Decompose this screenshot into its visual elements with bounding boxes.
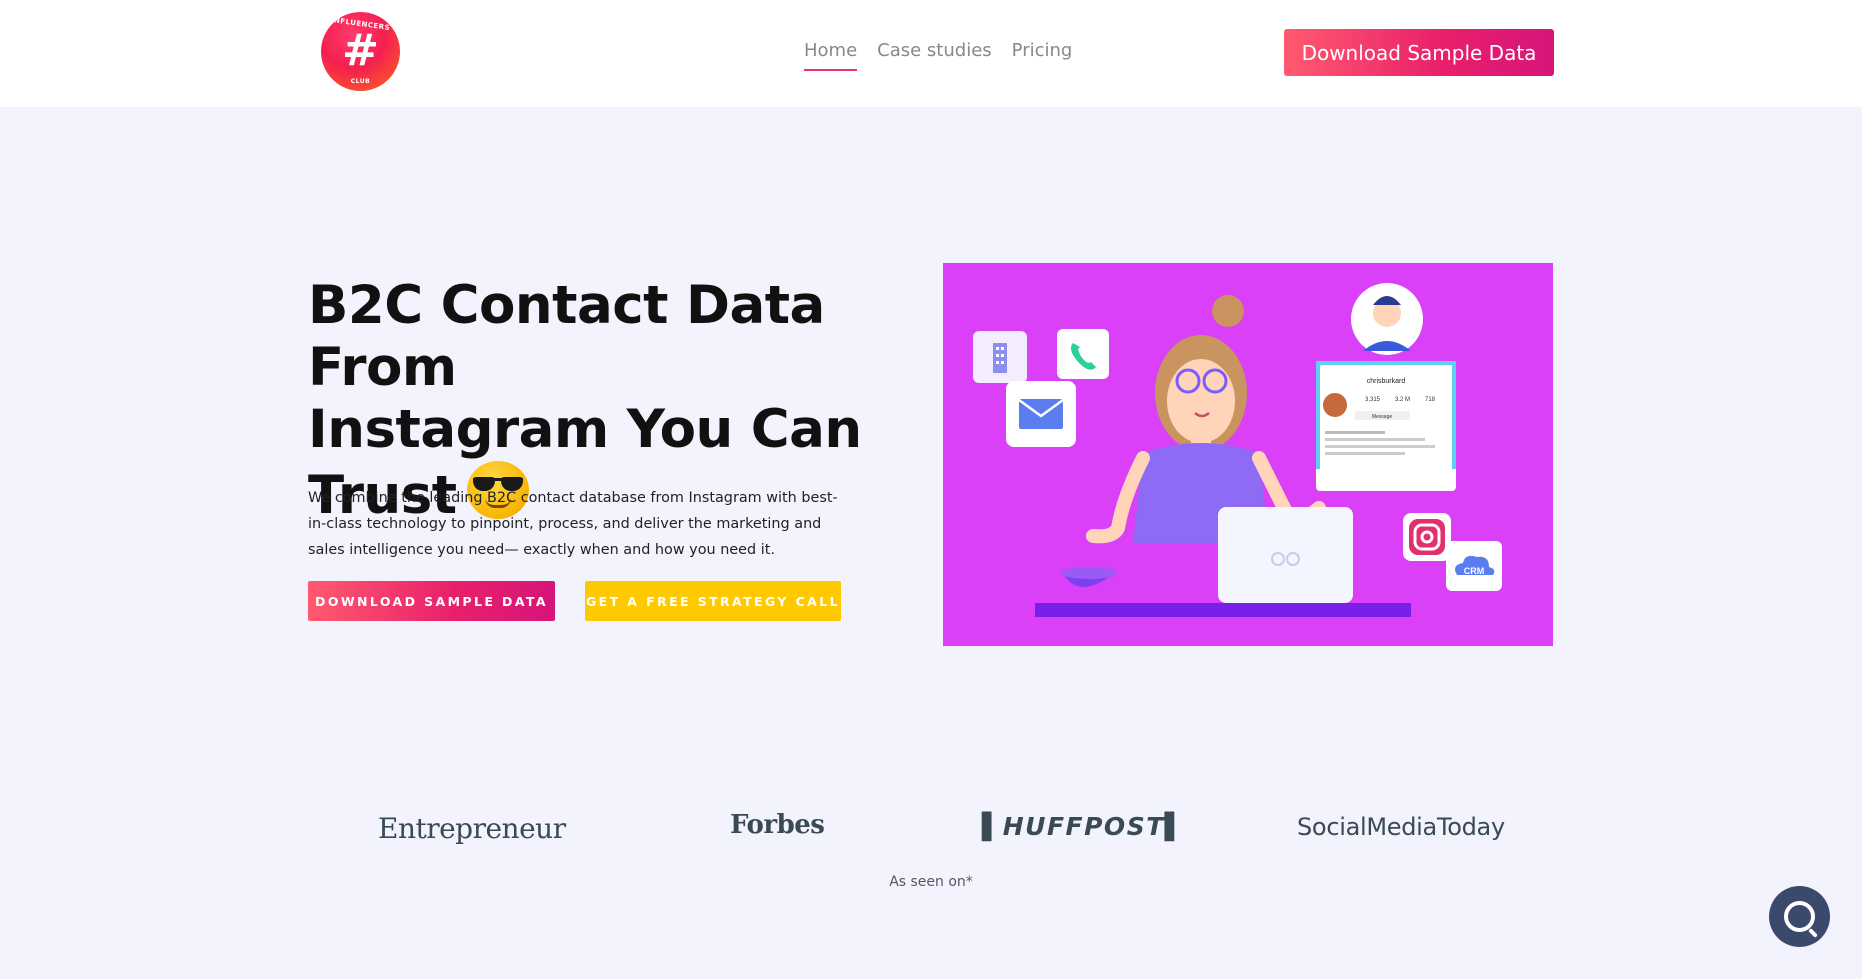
laptop-illustration bbox=[1218, 507, 1353, 603]
profile-posts-count: 3,315 bbox=[1365, 397, 1381, 403]
site-header: INFLUENCERS # CLUB Home Case studies Pri… bbox=[0, 0, 1862, 107]
press-logo-forbes: Forbes bbox=[730, 810, 825, 840]
nav-pricing[interactable]: Pricing bbox=[1012, 40, 1073, 71]
download-sample-data-button[interactable]: DOWNLOAD SAMPLE DATA bbox=[308, 581, 555, 621]
nav-case-studies[interactable]: Case studies bbox=[877, 40, 992, 71]
chat-bubble-icon bbox=[1784, 901, 1815, 932]
header-download-button[interactable]: Download Sample Data bbox=[1284, 29, 1554, 76]
hero-title-line-1: B2C Contact Data From bbox=[308, 275, 825, 398]
press-logo-socialmediatoday: SocialMediaToday bbox=[1297, 813, 1505, 841]
press-logo-entrepreneur: Entrepreneur bbox=[378, 812, 566, 845]
press-caption: As seen on* bbox=[889, 874, 973, 890]
profile-message-button: Message bbox=[1372, 414, 1393, 420]
crm-label: CRM bbox=[1464, 566, 1485, 576]
huffpost-mark-left: ▌ bbox=[982, 812, 1003, 841]
chat-support-button[interactable] bbox=[1769, 886, 1830, 947]
desk bbox=[1035, 603, 1411, 617]
influencers-club-logo[interactable]: INFLUENCERS # CLUB bbox=[321, 12, 400, 91]
press-logo-huffpost: ▌HUFFPOST▌ bbox=[982, 812, 1186, 841]
main-nav: Home Case studies Pricing bbox=[804, 40, 1072, 71]
phone-icon bbox=[1057, 329, 1109, 379]
profile-followers-count: 3.2 M bbox=[1395, 397, 1410, 403]
logo-hash-symbol: # bbox=[342, 24, 379, 76]
press-logos: Entrepreneur Forbes ▌HUFFPOST▌ SocialMed… bbox=[0, 810, 1862, 850]
hero-illustration: chrisburkard 3,315 3.2 M 718 Message CRM bbox=[943, 263, 1553, 646]
hero-title-line-2: Instagram You Can bbox=[308, 399, 862, 460]
free-strategy-call-button[interactable]: GET A FREE STRATEGY CALL bbox=[585, 581, 841, 621]
profile-following-count: 718 bbox=[1425, 397, 1436, 403]
huffpost-mark-right: ▌ bbox=[1164, 812, 1186, 841]
nav-home[interactable]: Home bbox=[804, 40, 858, 71]
illustration-scene: chrisburkard 3,315 3.2 M 718 Message CRM bbox=[973, 283, 1502, 617]
hero-description: We combine the leading B2C contact datab… bbox=[308, 490, 838, 558]
logo-bottom-text: CLUB bbox=[350, 78, 371, 85]
profile-username: chrisburkard bbox=[1367, 378, 1406, 385]
